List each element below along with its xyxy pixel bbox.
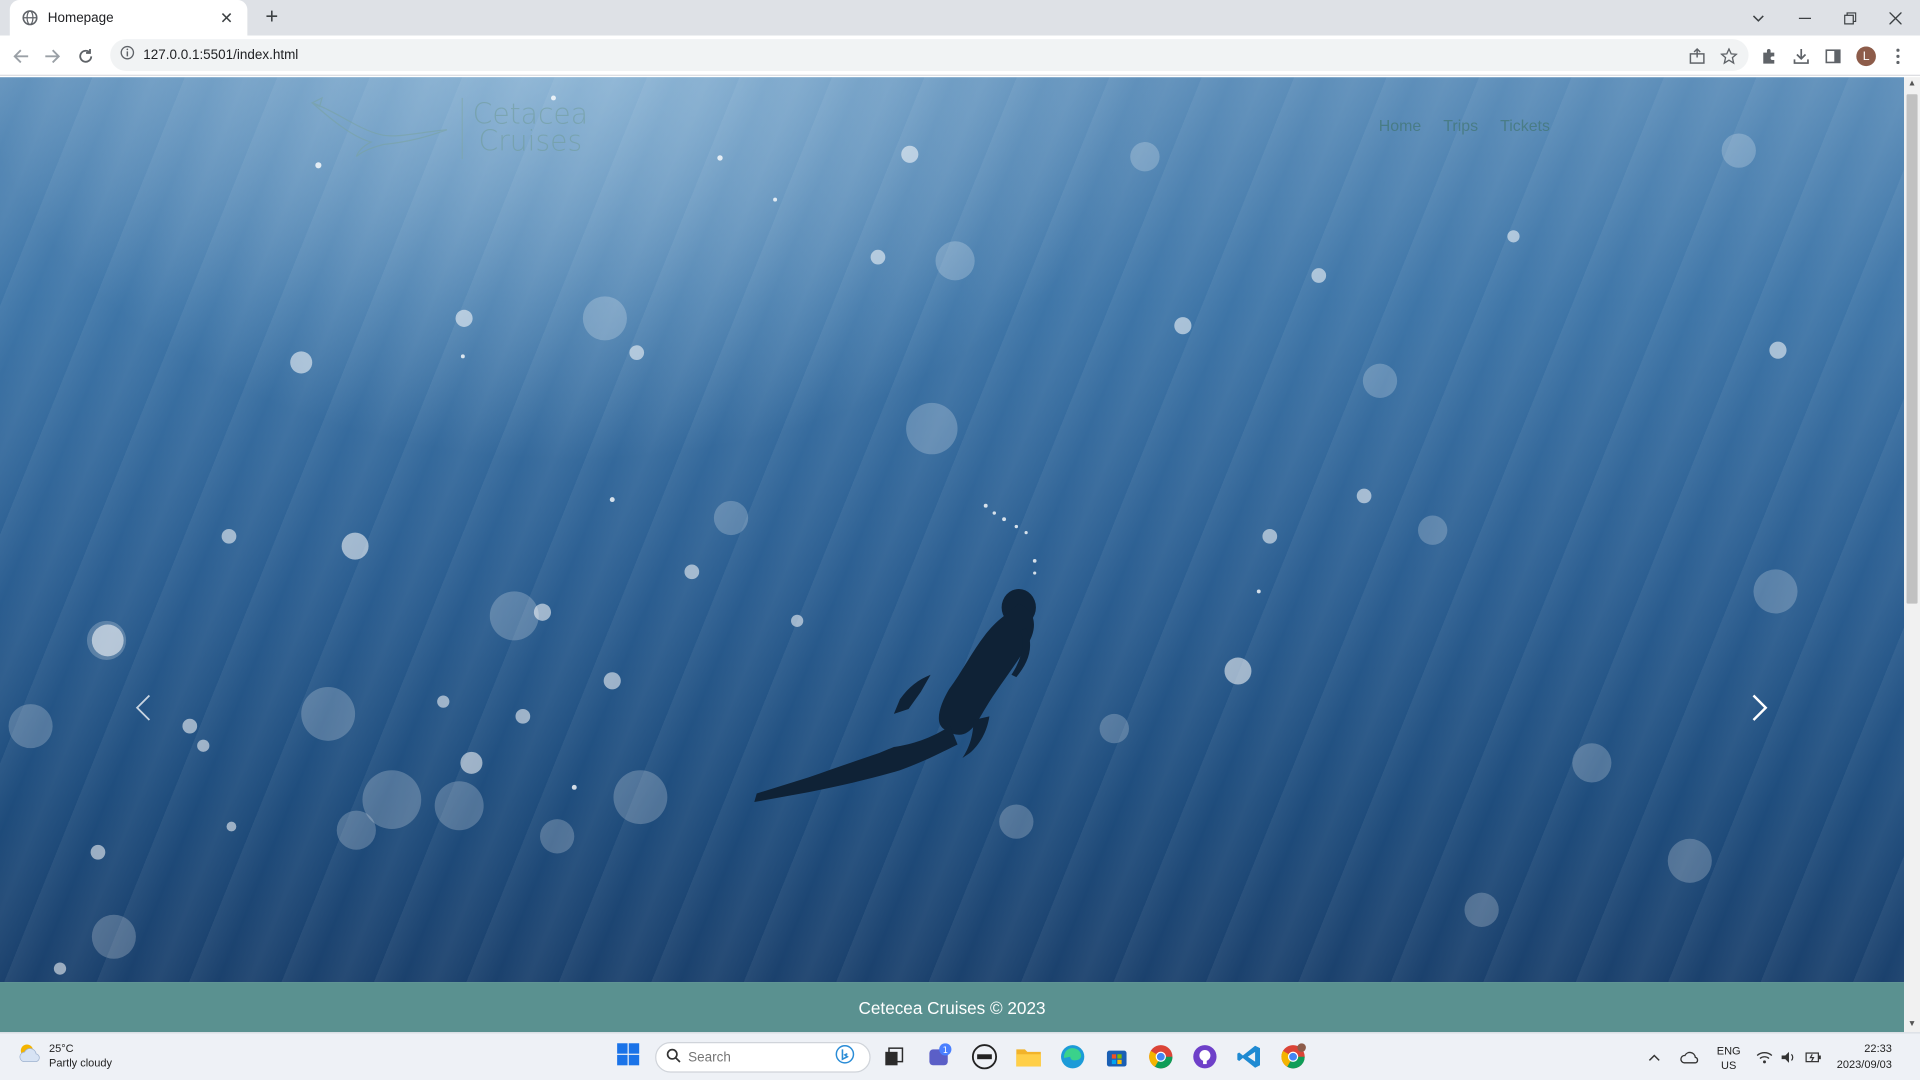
clock-time: 22:33: [1864, 1042, 1892, 1055]
weather-temp: 25°C: [48, 1042, 74, 1055]
chrome-active-icon[interactable]: [1278, 1042, 1307, 1071]
download-icon[interactable]: [1789, 44, 1813, 68]
nav-trips[interactable]: Trips: [1443, 116, 1478, 134]
scroll-up-arrow[interactable]: ▲: [1904, 77, 1920, 92]
dell-icon[interactable]: [970, 1042, 999, 1071]
back-button[interactable]: [7, 43, 34, 70]
site-footer: Cetecea Cruises © 2023: [0, 982, 1905, 1033]
close-tab-icon[interactable]: ✕: [218, 8, 235, 28]
info-icon[interactable]: [120, 44, 135, 66]
profile-avatar[interactable]: L: [1854, 44, 1878, 68]
file-explorer-icon[interactable]: [1014, 1042, 1043, 1071]
search-icon: [666, 1046, 681, 1068]
site-logo[interactable]: Cetacea Cruises: [310, 94, 604, 163]
nav-home[interactable]: Home: [1379, 116, 1421, 134]
wifi-icon[interactable]: [1756, 1033, 1773, 1080]
partly-cloudy-icon: [17, 1041, 41, 1069]
bubbles-background: [8, 95, 1798, 975]
battery-icon[interactable]: [1805, 1033, 1822, 1080]
globe-icon: [22, 10, 38, 26]
hero-carousel: Cetacea Cruises Home Trips Tickets: [0, 77, 1905, 983]
page-scrollbar[interactable]: ▲ ▼: [1904, 77, 1920, 1033]
weather-desc: Partly cloudy: [48, 1056, 113, 1069]
carousel-prev-button[interactable]: [122, 689, 164, 731]
carousel-next-button[interactable]: [1739, 689, 1781, 731]
browser-toolbar: 127.0.0.1:5501/index.html L: [0, 35, 1920, 76]
lang-line-1: ENG: [1716, 1043, 1741, 1057]
task-view-icon[interactable]: [879, 1042, 908, 1071]
extensions-icon[interactable]: [1757, 44, 1781, 68]
logo-divider: [461, 97, 463, 160]
side-panel-icon[interactable]: [1821, 44, 1845, 68]
scroll-down-arrow[interactable]: ▼: [1904, 1018, 1920, 1033]
logo-text: Cetacea Cruises: [472, 99, 589, 158]
chevron-right-icon: [1751, 692, 1768, 728]
avatar: L: [1856, 46, 1876, 67]
tab-search-icon[interactable]: [1736, 0, 1780, 36]
logo-line-2: Cruises: [478, 126, 583, 158]
system-clock[interactable]: 22:33 2023/09/03: [1837, 1041, 1892, 1073]
page-viewport: Cetacea Cruises Home Trips Tickets Cetec…: [0, 77, 1905, 1033]
search-input[interactable]: [688, 1050, 836, 1065]
tab-title: Homepage: [47, 10, 114, 26]
minimize-button[interactable]: [1783, 0, 1827, 36]
vscode-icon[interactable]: [1234, 1042, 1263, 1071]
reload-button[interactable]: [72, 43, 99, 70]
edge-icon[interactable]: [1058, 1042, 1087, 1071]
tab-homepage[interactable]: Homepage ✕: [9, 0, 248, 36]
url-text[interactable]: 127.0.0.1:5501/index.html: [143, 48, 298, 63]
show-hidden-icons[interactable]: [1648, 1033, 1660, 1080]
logo-line-1: Cetacea: [472, 99, 589, 132]
teams-badge: 1: [943, 1046, 948, 1056]
windows-taskbar: 25°C Partly cloudy 1: [0, 1032, 1920, 1080]
new-tab-button[interactable]: +: [260, 4, 284, 29]
share-icon[interactable]: [1685, 44, 1709, 68]
address-bar[interactable]: 127.0.0.1:5501/index.html: [110, 39, 1749, 72]
restore-button[interactable]: [1828, 0, 1872, 36]
tab-strip: Homepage ✕ +: [0, 0, 1920, 36]
clock-date: 2023/09/03: [1836, 1057, 1892, 1071]
chrome-icon[interactable]: [1146, 1042, 1175, 1071]
footer-text: Cetecea Cruises © 2023: [858, 997, 1046, 1017]
onedrive-icon[interactable]: [1680, 1033, 1700, 1080]
scroll-thumb[interactable]: [1906, 94, 1918, 604]
windows-logo-icon: [616, 1041, 640, 1072]
forward-button[interactable]: [39, 43, 66, 70]
start-button[interactable]: [613, 1042, 642, 1071]
menu-kebab-icon[interactable]: [1886, 44, 1910, 68]
lang-line-2: US: [1721, 1058, 1737, 1071]
bookmark-star-icon[interactable]: [1717, 44, 1741, 68]
main-nav: Home Trips Tickets: [1379, 116, 1550, 134]
chevron-left-icon: [135, 692, 152, 728]
nav-tickets[interactable]: Tickets: [1500, 116, 1550, 134]
teams-chat-icon[interactable]: 1: [926, 1042, 955, 1071]
language-indicator[interactable]: ENG US: [1717, 1033, 1741, 1080]
microsoft-store-icon[interactable]: [1102, 1042, 1131, 1071]
close-window-button[interactable]: [1873, 0, 1917, 36]
taskbar-search[interactable]: [655, 1042, 871, 1073]
github-desktop-icon[interactable]: [1190, 1042, 1219, 1071]
volume-icon[interactable]: [1780, 1033, 1796, 1080]
whale-icon: [310, 95, 454, 162]
bing-icon[interactable]: [835, 1044, 855, 1070]
weather-widget[interactable]: 25°C Partly cloudy: [17, 1041, 112, 1070]
